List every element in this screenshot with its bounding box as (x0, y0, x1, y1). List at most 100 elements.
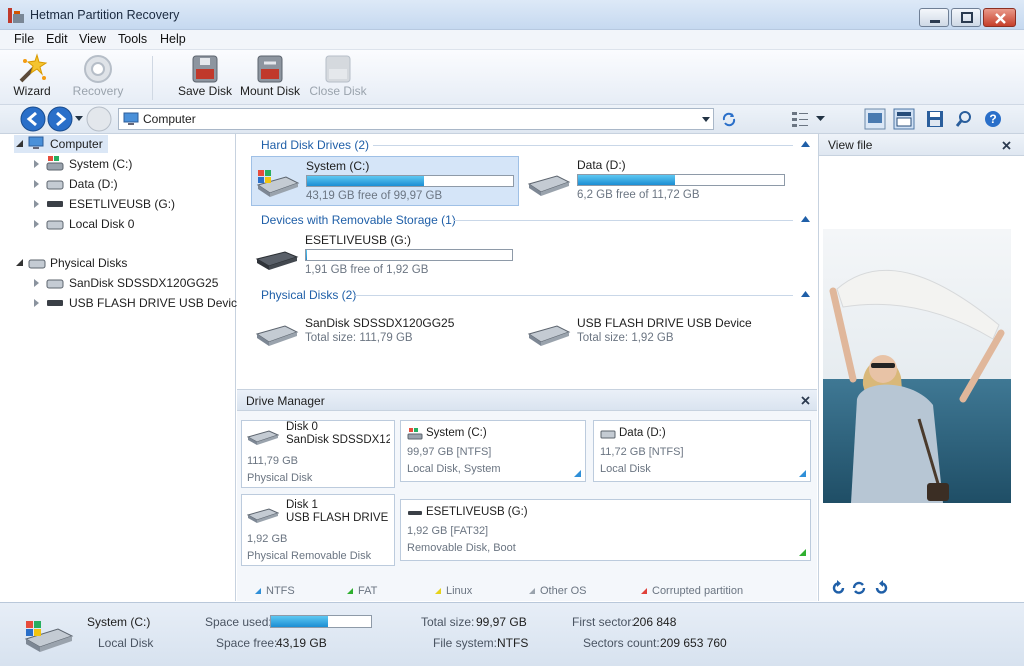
expand-arrow-icon[interactable] (34, 279, 40, 287)
drive-tile-system[interactable]: System (C:) 43,19 GB free of 99,97 GB (251, 156, 519, 206)
menu-edit[interactable]: Edit (46, 32, 68, 46)
menu-view[interactable]: View (79, 32, 106, 46)
computer-icon (28, 136, 44, 149)
forward-arrow-icon[interactable] (47, 106, 73, 132)
wizard-label: Wizard (13, 84, 51, 98)
drive-name: USB FLASH DRIVE USB Device (577, 316, 752, 330)
collapse-arrow-icon[interactable] (16, 140, 24, 148)
menu-help[interactable]: Help (160, 32, 186, 46)
expand-arrow-icon[interactable] (34, 180, 40, 188)
preview-header: View file (819, 134, 1024, 156)
save-disk-button[interactable]: Save Disk (176, 50, 234, 104)
history-dropdown-icon[interactable] (74, 115, 84, 123)
collapse-arrow-icon[interactable] (16, 259, 24, 267)
menu-tools[interactable]: Tools (118, 32, 147, 46)
drive-name: SanDisk SDSSDX120GG25 (305, 316, 455, 330)
drive-usage-bar (305, 249, 513, 261)
drive-usage-bar (577, 174, 785, 186)
legend-label: Corrupted partition (652, 585, 744, 597)
disk-1-panel[interactable]: Disk 1 USB FLASH DRIVE USI 1,92 GB Physi… (241, 494, 395, 566)
usb-drive-icon (47, 201, 63, 207)
drive-tile-sandisk[interactable]: SanDisk SDSSDX120GG25 Total size: 111,79… (251, 310, 519, 352)
file-system-value: NTFS (497, 636, 529, 650)
drive-tile-data[interactable]: Data (D:) 6,2 GB free of 11,72 GB (523, 156, 791, 206)
partition-fs: 11,72 GB [NTFS] (600, 446, 684, 458)
group-header-removable[interactable]: Devices with Removable Storage (1) (261, 213, 456, 227)
group-divider (453, 220, 793, 221)
group-header-hard-disks[interactable]: Hard Disk Drives (2) (261, 138, 369, 152)
collapse-group-icon[interactable] (801, 216, 810, 222)
drive-usage-bar (306, 175, 514, 187)
mount-disk-button[interactable]: Mount Disk (238, 50, 302, 104)
rotate-left-icon[interactable] (831, 580, 847, 596)
close-icon (995, 13, 1006, 24)
menu-file[interactable]: File (14, 32, 34, 46)
flip-icon[interactable] (851, 580, 867, 596)
up-arrow-icon[interactable] (86, 106, 112, 132)
refresh-icon[interactable] (720, 111, 738, 127)
wizard-button[interactable]: Wizard (4, 50, 60, 104)
address-dropdown-icon[interactable] (701, 116, 711, 123)
status-bar: System (C:) Local Disk Space used: Space… (0, 602, 1024, 666)
menu-bar: File Edit View Tools Help (0, 30, 1024, 50)
address-bar: Computer ? (0, 105, 1024, 134)
expand-arrow-icon[interactable] (34, 220, 40, 228)
close-icon[interactable] (801, 396, 810, 405)
drive-tile-usb[interactable]: USB FLASH DRIVE USB Device Total size: 1… (523, 310, 791, 352)
group-header-physical[interactable]: Physical Disks (2) (261, 288, 356, 302)
help-icon[interactable]: ? (984, 110, 1002, 128)
disk-model: USB FLASH DRIVE USI (286, 512, 390, 524)
drive-usage-fill (306, 250, 308, 260)
back-arrow-icon[interactable] (20, 106, 46, 132)
layout-icon[interactable] (893, 108, 915, 130)
file-system-label: File system: (433, 636, 498, 650)
drive-free-space: 6,2 GB free of 11,72 GB (577, 189, 700, 201)
drive-total-size: Total size: 111,79 GB (305, 332, 413, 344)
expand-arrow-icon[interactable] (34, 299, 40, 307)
partition-data[interactable]: Data (D:) 11,72 GB [NTFS] Local Disk (593, 420, 811, 482)
usb-drive-icon (47, 300, 63, 306)
rotate-right-icon[interactable] (873, 580, 889, 596)
status-drive-type: Local Disk (98, 636, 154, 650)
search-icon[interactable] (955, 110, 973, 128)
preview-photo (823, 229, 1011, 503)
minimize-button[interactable] (919, 8, 949, 27)
folder-tree: Computer System (C:) Data (D:) ESETLIVEU… (0, 134, 244, 601)
partition-eset[interactable]: ESETLIVEUSB (G:) 1,92 GB [FAT32] Removab… (400, 499, 811, 561)
recovery-button[interactable]: Recovery (68, 50, 128, 104)
magic-wand-icon (19, 53, 48, 83)
disk-type: Physical Disk (247, 472, 313, 484)
save-disk-icon (192, 55, 218, 83)
disk-0-panel[interactable]: Disk 0 SanDisk SDSSDX120G 111,79 GB Phys… (241, 420, 395, 488)
close-button[interactable] (983, 8, 1016, 27)
ntfs-marker-icon (799, 470, 806, 477)
linux-swatch-icon (435, 588, 441, 594)
view-dropdown-icon[interactable] (816, 116, 825, 122)
space-used-fill (271, 616, 328, 627)
preview-pane-icon[interactable] (864, 108, 886, 130)
mount-disk-icon (257, 55, 283, 83)
app-logo-icon (8, 8, 24, 23)
expand-arrow-icon[interactable] (34, 160, 40, 168)
tree-item-computer[interactable]: Computer (14, 135, 108, 153)
hard-drive-icon (46, 180, 64, 190)
drive-name: Data (D:) (577, 158, 626, 172)
drive-tile-eset[interactable]: ESETLIVEUSB (G:) 1,91 GB free of 1,92 GB (251, 231, 519, 281)
total-size-label: Total size: (421, 615, 475, 629)
collapse-group-icon[interactable] (801, 141, 810, 147)
total-size-value: 99,97 GB (476, 615, 527, 629)
expand-arrow-icon[interactable] (34, 200, 40, 208)
maximize-button[interactable] (951, 8, 981, 27)
address-text: Computer (143, 112, 196, 126)
close-disk-button[interactable]: Close Disk (308, 50, 368, 104)
address-input[interactable]: Computer (118, 108, 714, 130)
view-options-icon[interactable] (790, 110, 810, 128)
close-disk-label: Close Disk (309, 84, 367, 98)
close-icon[interactable] (1002, 141, 1011, 150)
partition-system[interactable]: System (C:) 99,97 GB [NTFS] Local Disk, … (400, 420, 586, 482)
drive-usage-fill (307, 176, 424, 186)
legend-ntfs: NTFS (255, 585, 295, 597)
save-icon[interactable] (926, 110, 944, 128)
collapse-group-icon[interactable] (801, 291, 810, 297)
preview-pane: View file (818, 134, 1024, 601)
